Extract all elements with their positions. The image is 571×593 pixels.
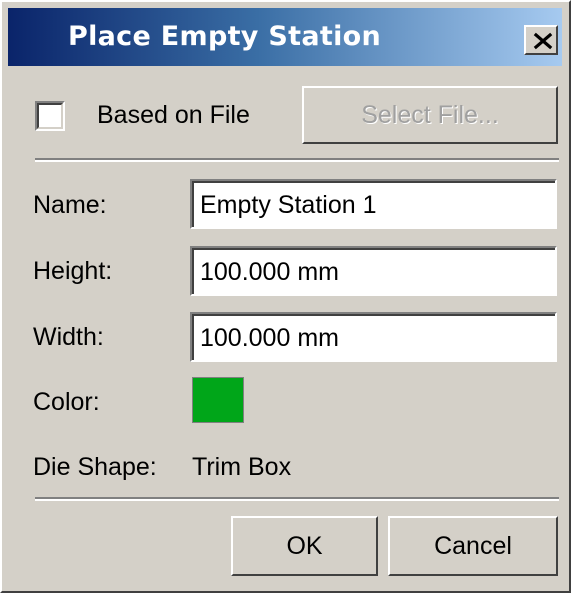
name-input[interactable] — [192, 181, 555, 227]
based-on-file-checkbox[interactable] — [35, 101, 65, 131]
dialog-title: Place Empty Station — [68, 21, 381, 52]
title-bar[interactable]: Place Empty Station — [8, 8, 562, 66]
die-shape-value: Trim Box — [192, 453, 292, 481]
die-shape-label: Die Shape: — [33, 453, 157, 481]
color-label: Color: — [33, 388, 100, 416]
height-field-frame — [190, 246, 557, 296]
separator-top — [35, 158, 559, 162]
width-label: Width: — [33, 323, 104, 351]
height-input[interactable] — [192, 248, 555, 294]
name-field-frame — [190, 179, 557, 229]
separator-bottom — [35, 497, 559, 501]
width-field-frame — [190, 312, 557, 362]
name-label: Name: — [33, 191, 107, 219]
ok-button[interactable]: OK — [231, 516, 378, 576]
width-input[interactable] — [192, 314, 555, 360]
cancel-button[interactable]: Cancel — [388, 516, 558, 576]
place-empty-station-dialog: Place Empty Station Based on File Select… — [0, 0, 571, 593]
select-file-button[interactable]: Select File... — [302, 86, 558, 144]
close-button[interactable] — [524, 25, 558, 55]
color-swatch[interactable] — [192, 377, 244, 423]
based-on-file-label[interactable]: Based on File — [97, 100, 250, 130]
height-label: Height: — [33, 257, 113, 285]
close-icon — [533, 32, 553, 50]
